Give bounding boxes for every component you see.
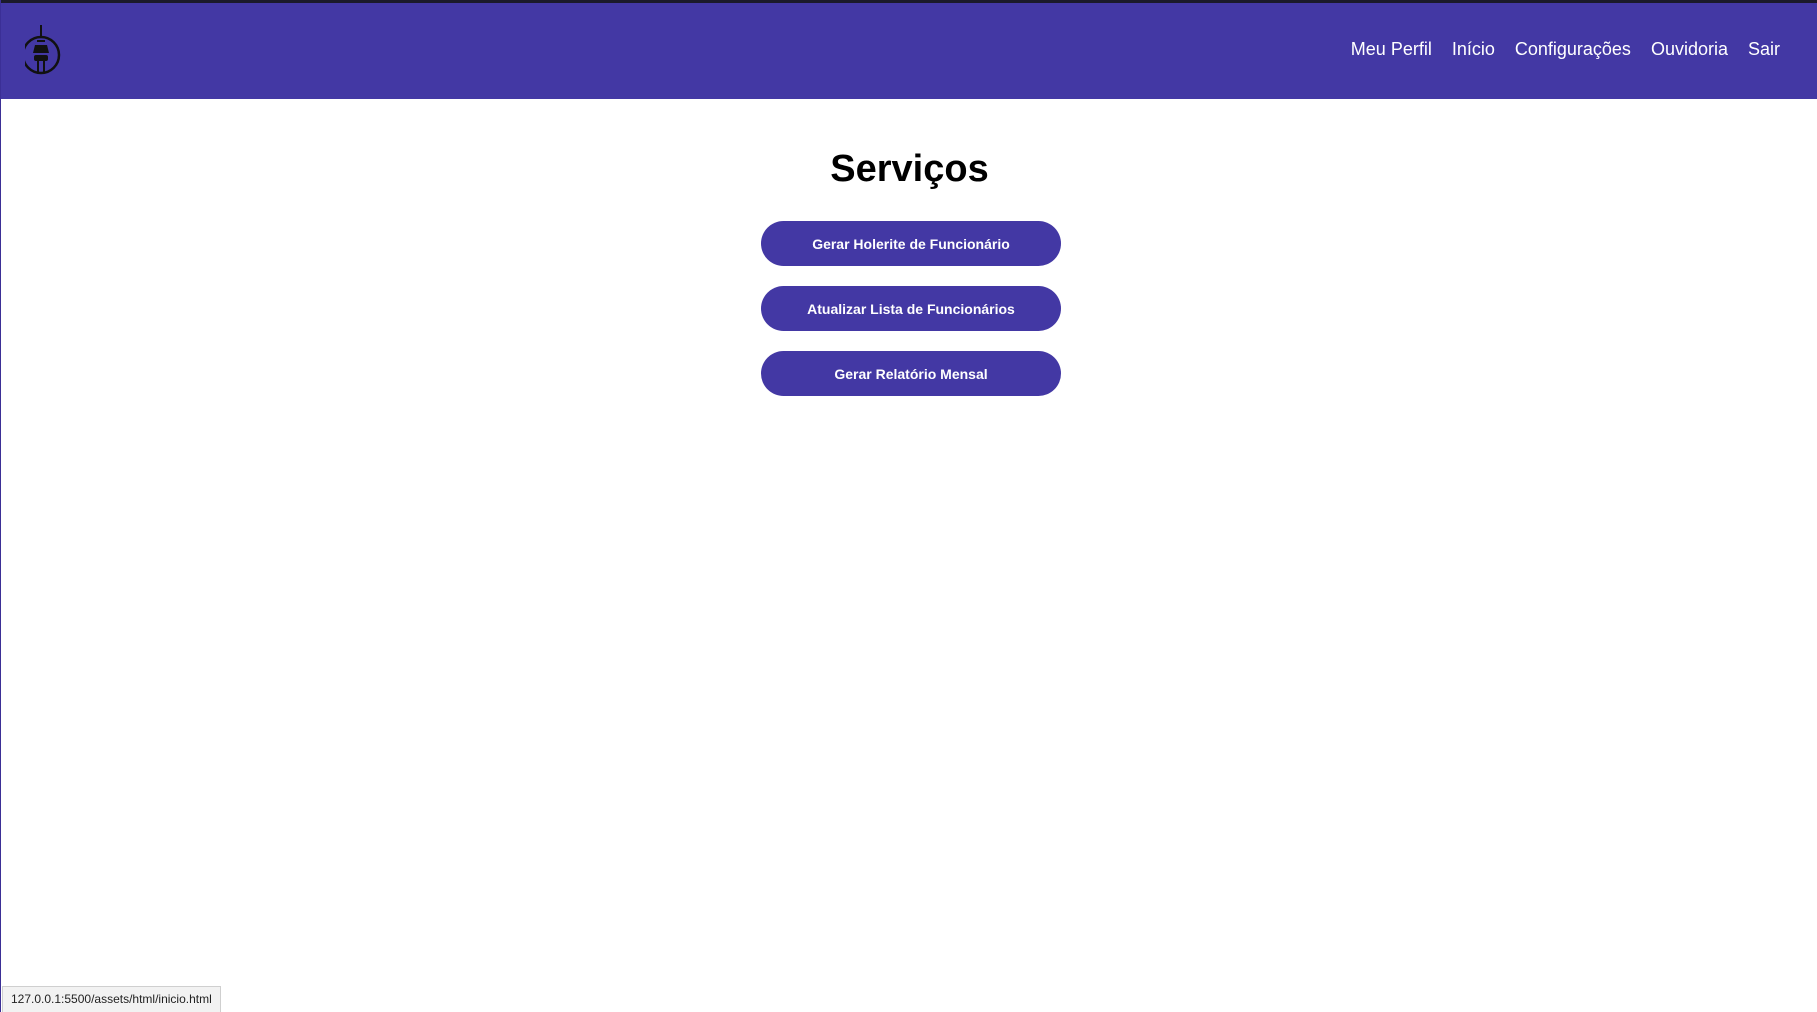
update-employee-list-button[interactable]: Atualizar Lista de Funcionários: [761, 286, 1061, 331]
tower-icon: [21, 25, 61, 75]
main-nav: Meu Perfil Início Configurações Ouvidori…: [1331, 39, 1780, 60]
logo-link[interactable]: [21, 25, 69, 77]
nav-inicio[interactable]: Início: [1452, 39, 1495, 60]
services-list: Gerar Holerite de Funcionário Atualizar …: [761, 221, 1061, 416]
generate-monthly-report-button[interactable]: Gerar Relatório Mensal: [761, 351, 1061, 396]
page: Meu Perfil Início Configurações Ouvidori…: [0, 0, 1817, 1012]
navbar: Meu Perfil Início Configurações Ouvidori…: [1, 3, 1817, 99]
nav-configuracoes[interactable]: Configurações: [1515, 39, 1631, 60]
nav-ouvidoria[interactable]: Ouvidoria: [1651, 39, 1728, 60]
page-title: Serviços: [830, 148, 989, 190]
nav-sair[interactable]: Sair: [1748, 39, 1780, 60]
status-bar-url: 127.0.0.1:5500/assets/html/inicio.html: [2, 986, 221, 1012]
generate-payslip-button[interactable]: Gerar Holerite de Funcionário: [761, 221, 1061, 266]
nav-meu-perfil[interactable]: Meu Perfil: [1351, 39, 1432, 60]
